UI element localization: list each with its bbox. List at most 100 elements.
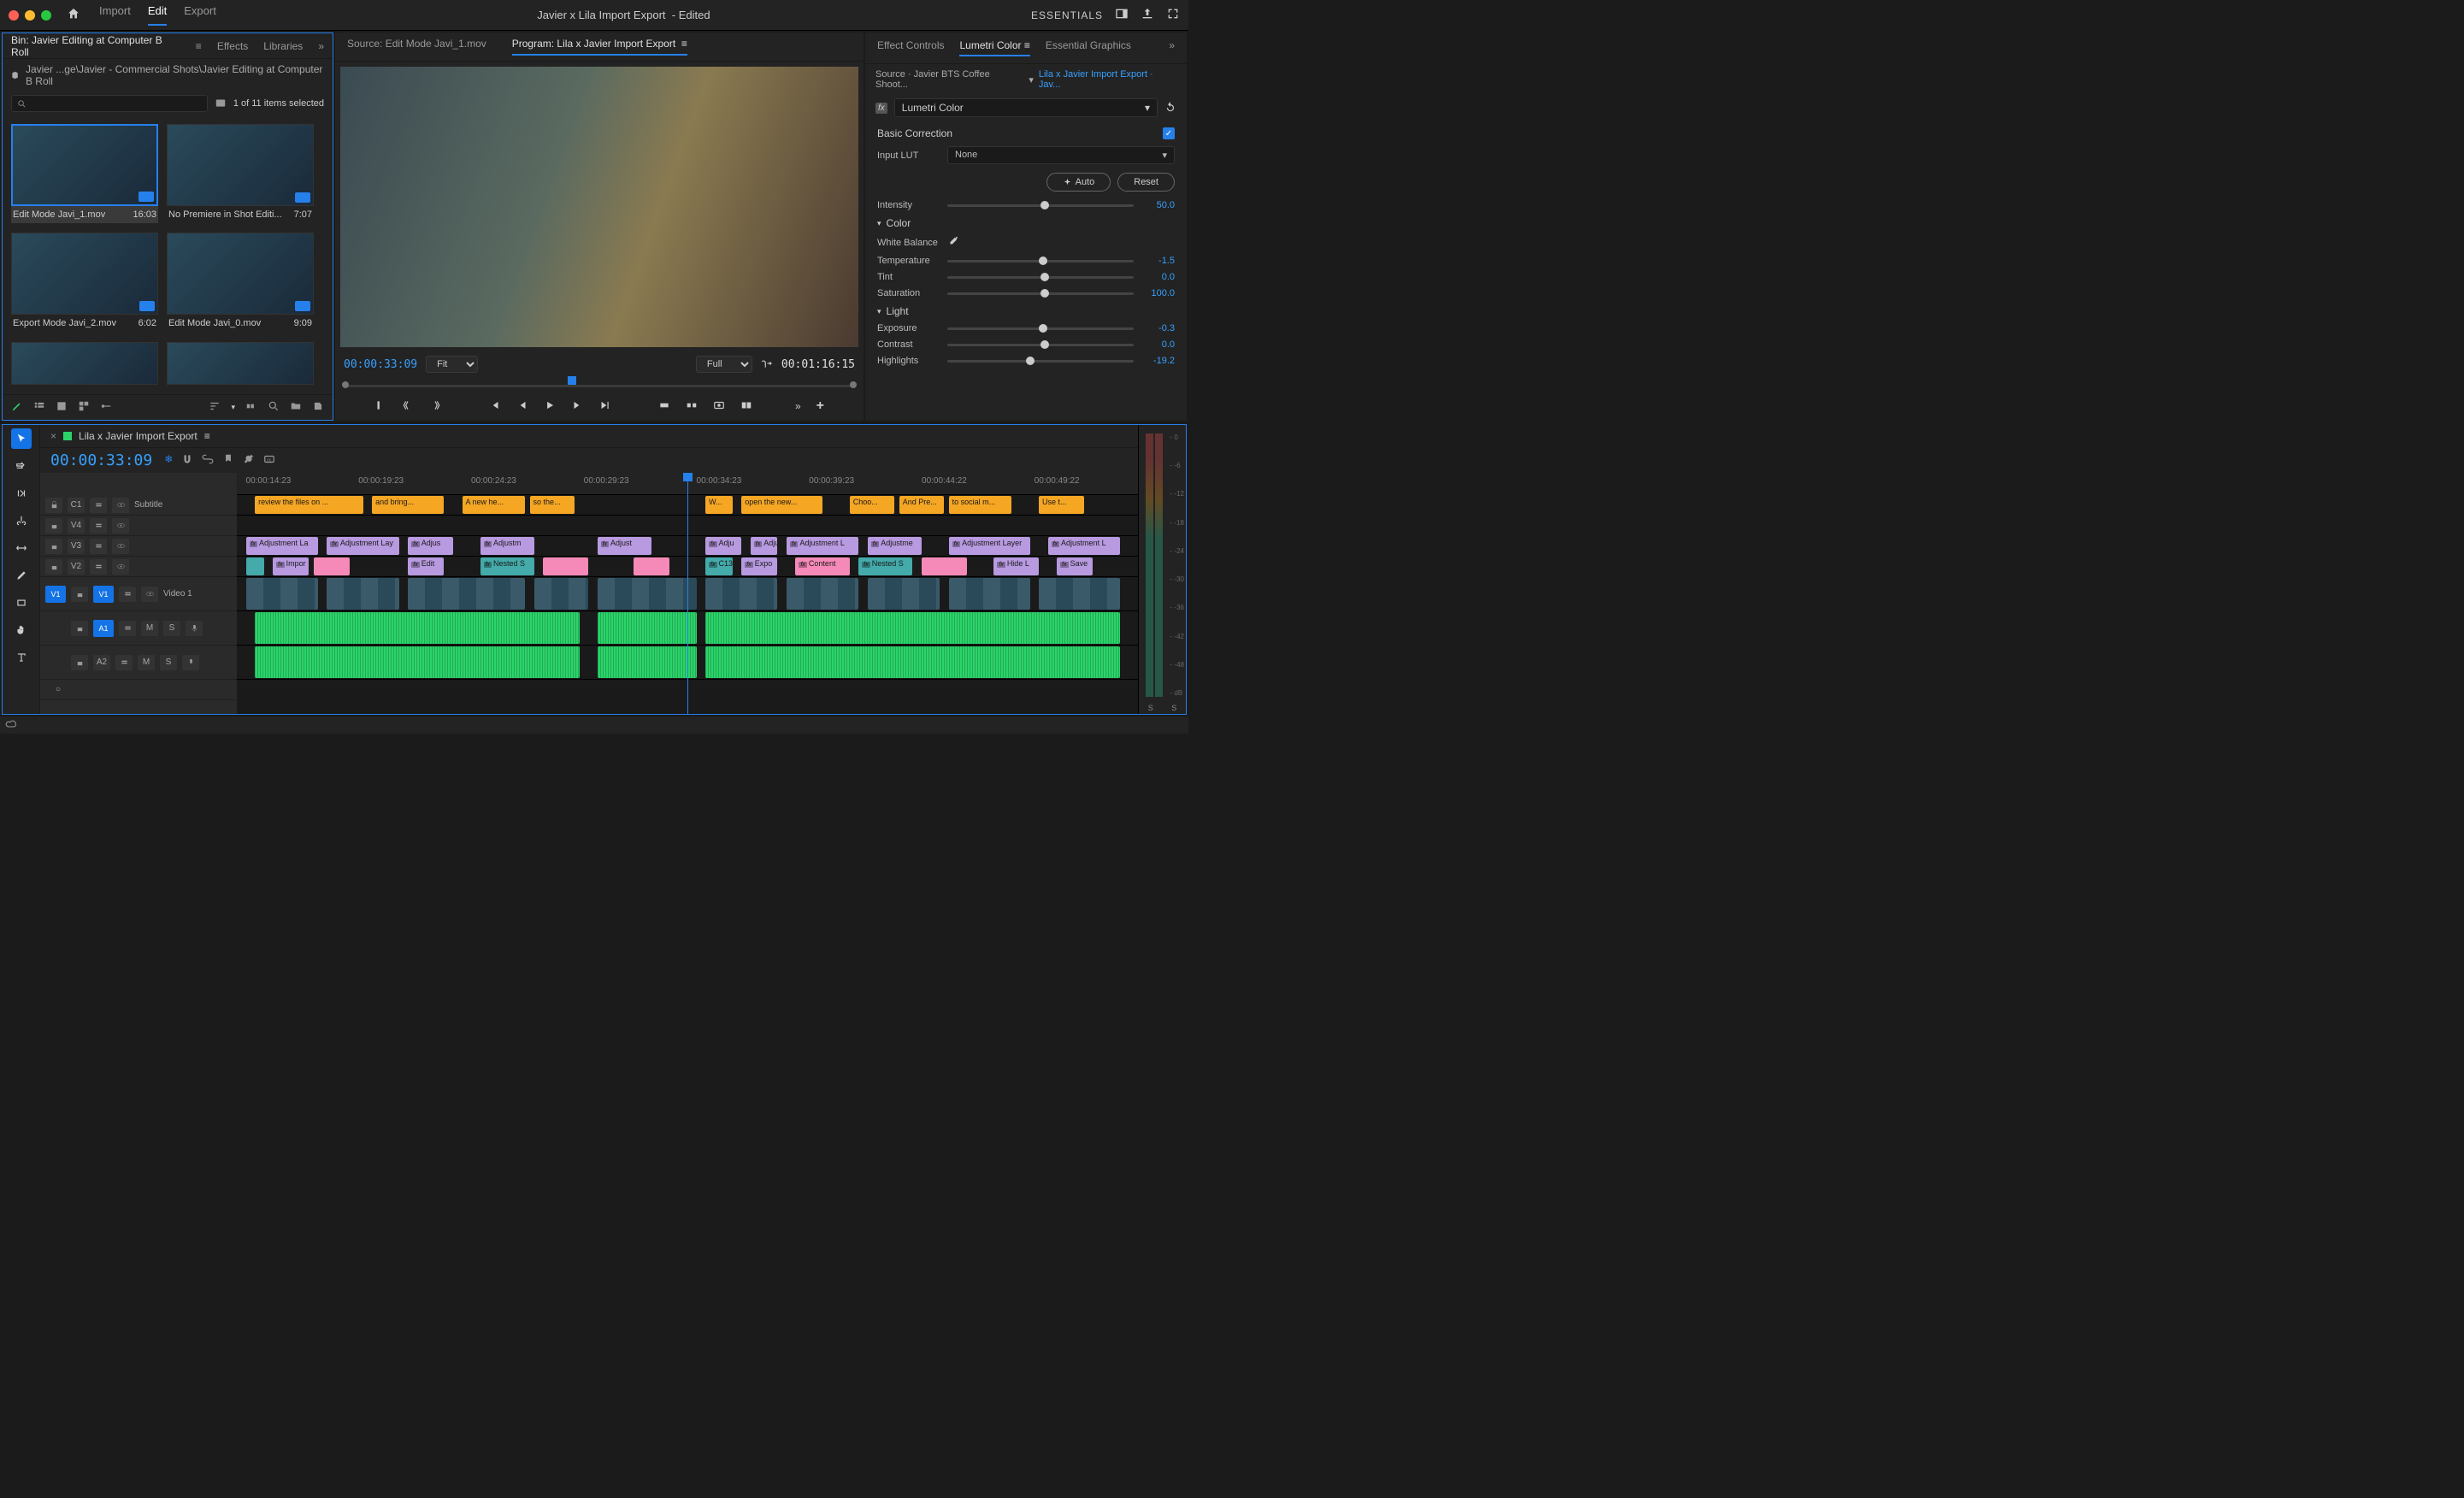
video-clip[interactable] (949, 578, 1030, 610)
exposure-slider[interactable] (947, 327, 1134, 330)
type-tool[interactable] (11, 647, 32, 668)
workspace-label[interactable]: ESSENTIALS (1031, 9, 1103, 21)
marker-icon[interactable] (222, 453, 234, 468)
search-input[interactable] (11, 95, 208, 112)
adjustment-clip[interactable]: fxAdjus (408, 537, 453, 555)
subtitle-clip[interactable]: so the... (530, 496, 575, 514)
pencil-icon[interactable] (11, 400, 23, 415)
tint-slider[interactable] (947, 276, 1134, 279)
video-clip[interactable] (543, 557, 588, 575)
comparison-view-icon[interactable] (740, 399, 752, 414)
video-clip[interactable]: fxSave (1057, 557, 1093, 575)
media-thumbnail[interactable] (11, 342, 158, 386)
new-item-icon[interactable] (312, 400, 324, 415)
subtitle-clip[interactable]: Choo... (850, 496, 895, 514)
video-clip[interactable] (922, 557, 967, 575)
zoom-select[interactable]: Fit (426, 356, 478, 373)
video-clip[interactable] (787, 578, 858, 610)
subtitle-clip[interactable]: review the files on ... (255, 496, 363, 514)
video-clip[interactable] (1039, 578, 1120, 610)
breadcrumb[interactable]: Javier ...ge\Javier - Commercial Shots\J… (3, 59, 333, 91)
thumbnails-icon[interactable] (245, 400, 257, 415)
step-back-icon[interactable] (516, 399, 528, 414)
settings-icon[interactable] (243, 453, 255, 468)
track-select-tool[interactable] (11, 456, 32, 476)
zoom-handle-icon[interactable]: ○ (56, 685, 61, 694)
program-viewport[interactable] (340, 67, 858, 347)
reset-effect-icon[interactable] (1164, 101, 1176, 115)
reset-button[interactable]: Reset (1117, 173, 1175, 192)
minimize-window-icon[interactable] (25, 10, 35, 21)
timeline-tracks[interactable]: 00:00:14:2300:00:19:2300:00:24:2300:00:2… (237, 473, 1138, 714)
track-target[interactable]: C1 (68, 498, 85, 513)
basic-correction-checkbox[interactable]: ✓ (1163, 127, 1175, 139)
video-clip[interactable]: fxContent (795, 557, 849, 575)
video-clip[interactable]: fxNested S (858, 557, 912, 575)
video-clip[interactable]: fxHide L (993, 557, 1039, 575)
folder-icon[interactable] (290, 400, 302, 415)
workspace-panel-icon[interactable] (1115, 7, 1129, 23)
effect-select[interactable]: Lumetri Color▾ (894, 98, 1158, 117)
subtitle-clip[interactable]: to social m... (949, 496, 1012, 514)
freeform-view-icon[interactable] (78, 400, 90, 415)
settings-wrench-icon[interactable] (761, 357, 773, 372)
solo-icon[interactable]: S (163, 621, 180, 636)
menu-edit[interactable]: Edit (148, 4, 167, 26)
fullscreen-icon[interactable] (1166, 7, 1180, 23)
video-clip[interactable]: fxNested S (480, 557, 534, 575)
video-clip[interactable]: fxImpor (273, 557, 309, 575)
sequence-name[interactable]: Lila x Javier Import Export (79, 430, 197, 442)
a1-source-patch[interactable]: A1 (93, 620, 114, 637)
video-clip[interactable] (705, 578, 777, 610)
adjustment-clip[interactable]: fxAdju (751, 537, 778, 555)
tab-effects[interactable]: Effects (217, 40, 248, 52)
playhead[interactable] (687, 473, 688, 714)
adjustment-clip[interactable]: fxAdjustme (868, 537, 922, 555)
color-group-label[interactable]: Color (887, 217, 911, 229)
icon-view-icon[interactable] (56, 400, 68, 415)
solo-right[interactable]: S (1171, 704, 1176, 712)
step-forward-icon[interactable] (571, 399, 583, 414)
adjustment-clip[interactable]: fxAdju (705, 537, 741, 555)
more-transport-icon[interactable]: » (795, 400, 801, 412)
list-view-icon[interactable] (33, 400, 45, 415)
contrast-slider[interactable] (947, 344, 1134, 346)
lumetri-sequence-label[interactable]: Lila x Javier Import Export · Jav... (1039, 69, 1176, 90)
program-monitor-tab[interactable]: Program: Lila x Javier Import Export ≡ (512, 38, 687, 56)
tab-essential-graphics[interactable]: Essential Graphics (1046, 39, 1131, 56)
video-clip[interactable] (868, 578, 940, 610)
tab-effect-controls[interactable]: Effect Controls (877, 39, 944, 56)
mark-out-icon[interactable] (402, 399, 414, 414)
adjustment-clip[interactable]: fxAdjustment La (246, 537, 318, 555)
solo-left[interactable]: S (1148, 704, 1153, 712)
video-clip[interactable]: fxExpo (741, 557, 777, 575)
video-clip[interactable]: fxEdit (408, 557, 444, 575)
snap-icon[interactable]: ❄ (164, 453, 173, 468)
slip-tool[interactable] (11, 538, 32, 558)
saturation-slider[interactable] (947, 292, 1134, 295)
creative-cloud-icon[interactable] (5, 718, 17, 733)
expand-icon[interactable]: » (1169, 39, 1175, 56)
video-clip[interactable] (246, 557, 264, 575)
basic-correction-label[interactable]: Basic Correction (877, 127, 952, 139)
media-thumbnail[interactable]: Export Mode Javi_2.mov6:02 (11, 233, 158, 333)
go-to-out-icon[interactable] (598, 399, 610, 414)
input-lut-select[interactable]: None▾ (947, 146, 1175, 164)
lift-icon[interactable] (658, 399, 670, 414)
go-to-in-icon[interactable] (489, 399, 501, 414)
captions-icon[interactable]: cc (263, 453, 275, 468)
monitor-scrubber[interactable] (335, 376, 864, 393)
tab-lumetri-color[interactable]: Lumetri Color ≡ (959, 39, 1029, 56)
media-thumbnail[interactable]: No Premiere in Shot Editi...7:07 (167, 124, 314, 224)
panel-menu-icon[interactable]: ≡ (204, 430, 210, 442)
mark-in-icon[interactable] (374, 399, 386, 414)
media-thumbnail[interactable]: Edit Mode Javi_1.mov16:03 (11, 124, 158, 224)
adjustment-clip[interactable]: fxAdjustment L (787, 537, 858, 555)
search-footer-icon[interactable] (268, 400, 280, 415)
subtitle-clip[interactable]: open the new... (741, 496, 822, 514)
play-icon[interactable] (544, 399, 556, 414)
tab-libraries[interactable]: Libraries (263, 40, 303, 52)
share-icon[interactable] (1141, 7, 1154, 23)
magnet-icon[interactable] (181, 453, 193, 468)
media-thumbnail[interactable] (167, 342, 314, 386)
